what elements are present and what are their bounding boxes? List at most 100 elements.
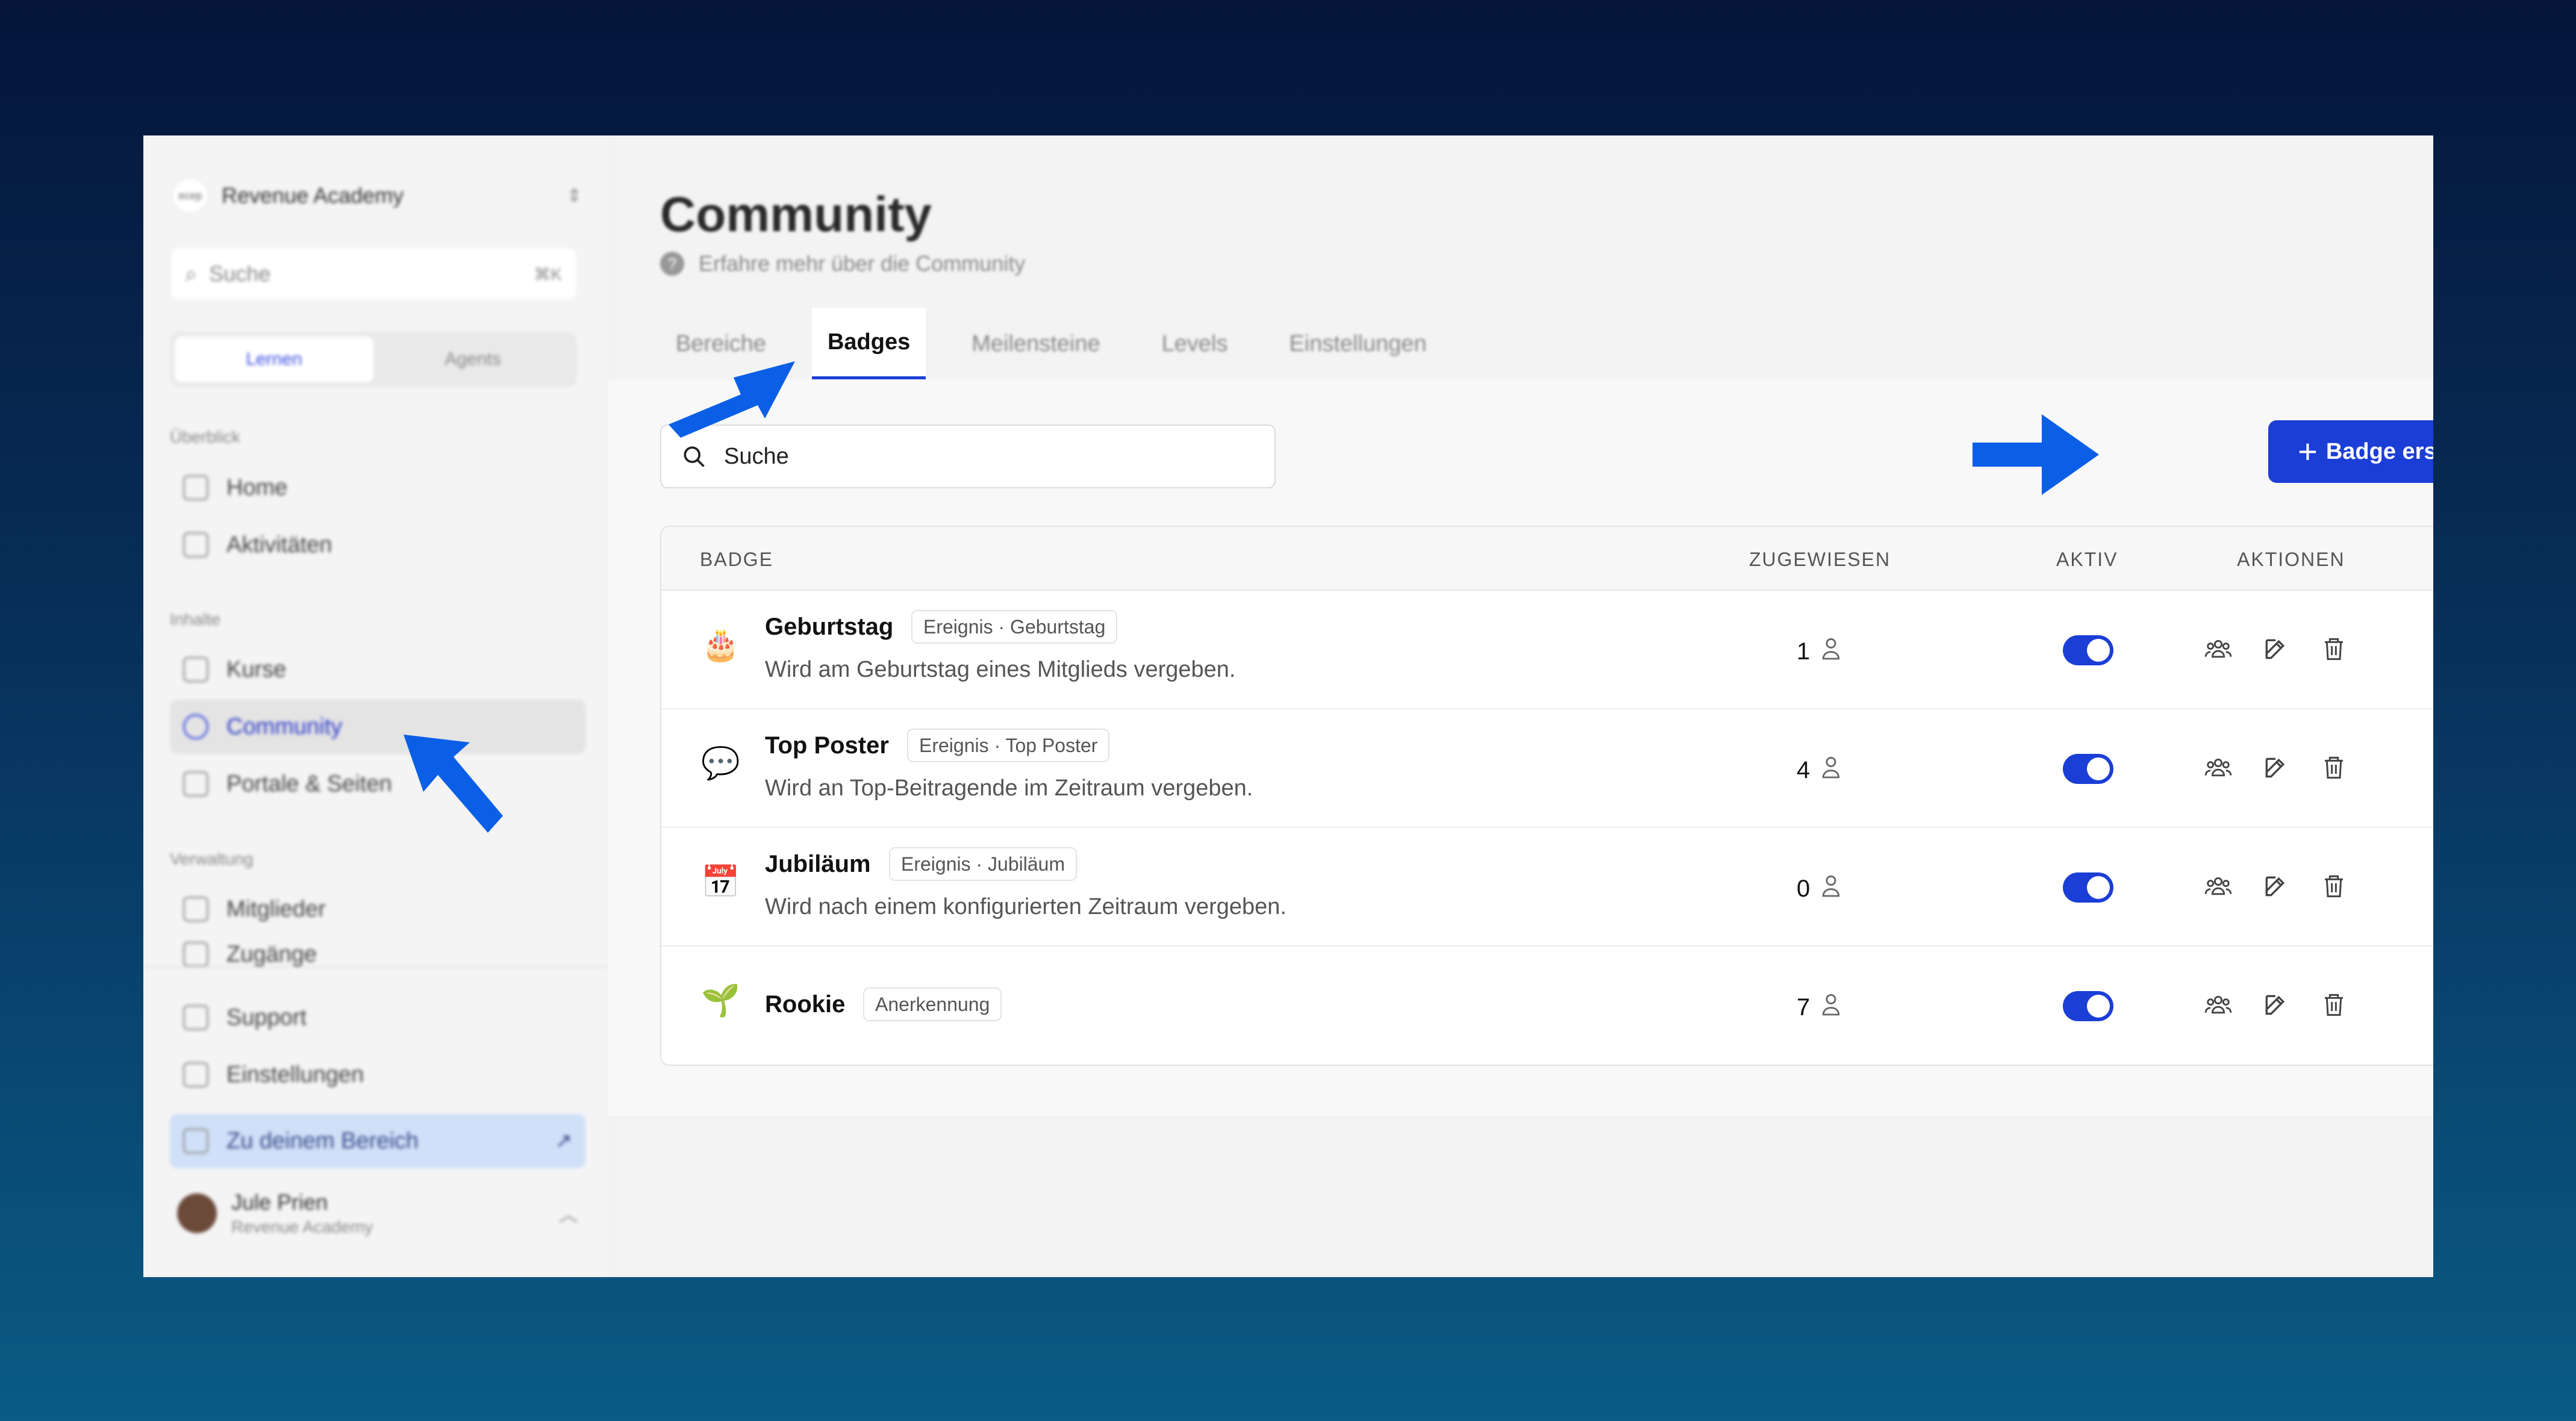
tab-einstellungen[interactable]: Einstellungen <box>1273 308 1442 380</box>
page-subtitle[interactable]: ? Erfahre mehr über die Community <box>660 251 1025 276</box>
search-icon: ⌕ <box>185 261 198 286</box>
external-link-icon: ↗ <box>555 1130 573 1152</box>
sidebar-item-support[interactable]: Support <box>170 990 585 1045</box>
avatar <box>177 1193 217 1233</box>
column-header-active: AKTIV <box>2056 549 2118 570</box>
tab-badges[interactable]: Badges <box>811 308 926 380</box>
workspace-switcher[interactable]: ecep Revenue Academy ⇕ <box>172 172 582 220</box>
sidebar-item-members[interactable]: Mitglieder <box>170 882 585 936</box>
gear-icon <box>183 1062 208 1087</box>
sidebar-item-label: Mitglieder <box>226 896 326 922</box>
user-menu[interactable]: Jule Prien Revenue Academy ︿ <box>170 1180 585 1246</box>
trash-icon <box>2322 754 2346 784</box>
section-label-admin: Verwaltung <box>170 850 254 868</box>
sidebar-item-go-to-area[interactable]: Zu deinem Bereich ↗ <box>170 1114 585 1168</box>
table-body: 🎂 Geburtstag Ereignis · Geburtstag Wird … <box>661 591 2433 1065</box>
badge-name: Top Poster <box>765 732 889 759</box>
edit-badge-button[interactable] <box>2260 872 2291 903</box>
sidebar-item-label: Einstellungen <box>226 1062 364 1087</box>
table-row: 🌱 Rookie Anerkennung 7 <box>661 947 2433 1065</box>
edit-icon <box>2262 873 2289 903</box>
main-content: Community ? Erfahre mehr über die Commun… <box>608 135 2433 1277</box>
sidebar-item-label: Portale & Seiten <box>226 771 392 797</box>
badge-description: Wird nach einem konfigurierten Zeitraum … <box>765 894 1286 919</box>
users-icon <box>2204 874 2233 901</box>
assigned-count-value: 7 <box>1797 993 1810 1021</box>
assigned-count-value: 1 <box>1797 638 1810 665</box>
edit-badge-button[interactable] <box>2260 754 2291 784</box>
users-icon <box>2204 993 2233 1020</box>
column-header-assigned: ZUGEWIESEN <box>1749 549 1891 570</box>
assign-members-button[interactable] <box>2203 754 2233 784</box>
layout-icon <box>183 771 208 797</box>
sidebar-item-label: Support <box>226 1004 307 1030</box>
sidebar-item-portals[interactable]: Portale & Seiten <box>170 757 585 811</box>
assigned-count[interactable]: 1 <box>1797 636 1841 667</box>
sidebar-search-placeholder: Suche <box>209 261 271 286</box>
sidebar-item-label: Home <box>226 474 288 500</box>
segment-agents[interactable]: Agents <box>373 337 572 382</box>
delete-badge-button[interactable] <box>2319 635 2349 665</box>
table-row: 📅 Jubiläum Ereignis · Jubiläum Wird nach… <box>661 828 2433 947</box>
active-toggle[interactable] <box>2063 754 2113 784</box>
sidebar-item-activities[interactable]: Aktivitäten <box>170 518 585 572</box>
person-icon <box>1810 874 1841 904</box>
badge-description: Wird am Geburtstag eines Mitglieds verge… <box>765 657 1236 682</box>
badge-type-tag: Ereignis · Jubiläum <box>889 847 1077 881</box>
mode-switch: Lernen Agents <box>170 332 577 387</box>
sidebar-item-community[interactable]: Community <box>170 700 585 754</box>
badge-type-tag: Ereignis · Top Poster <box>907 729 1110 762</box>
sidebar-item-label: Zu deinem Bereich <box>226 1128 419 1154</box>
home-icon <box>183 475 208 500</box>
active-toggle[interactable] <box>2063 991 2113 1021</box>
annotation-arrow-sidebar <box>404 735 503 833</box>
members-icon <box>183 897 208 922</box>
assign-members-button[interactable] <box>2203 635 2233 665</box>
active-toggle[interactable] <box>2063 635 2113 665</box>
delete-badge-button[interactable] <box>2319 872 2349 903</box>
edit-badge-button[interactable] <box>2260 635 2291 665</box>
trash-icon <box>2322 992 2346 1021</box>
workspace-name: Revenue Academy <box>222 183 404 208</box>
table-header: BADGE ZUGEWIESEN AKTIV AKTIONEN <box>661 527 2433 591</box>
table-row: 💬 Top Poster Ereignis · Top Poster Wird … <box>661 709 2433 828</box>
trash-icon <box>2322 873 2346 903</box>
trash-icon <box>2322 636 2346 665</box>
sidebar-item-settings[interactable]: Einstellungen <box>170 1048 585 1102</box>
section-label-overview: Überblick <box>170 428 240 446</box>
person-icon <box>1810 636 1841 667</box>
badge-description: Wird an Top-Beitragende im Zeitraum verg… <box>765 776 1253 801</box>
sidebar-item-label: Kurse <box>226 656 287 682</box>
graduation-cap-icon <box>183 657 208 682</box>
help-icon: ? <box>660 252 684 276</box>
tab-levels[interactable]: Levels <box>1146 308 1244 380</box>
sidebar-item-access[interactable]: Zugänge <box>170 939 585 966</box>
sidebar-search-input[interactable]: ⌕ Suche ⌘K <box>170 247 577 301</box>
assign-members-button[interactable] <box>2203 991 2233 1021</box>
page-title: Community <box>660 187 932 242</box>
assigned-count-value: 4 <box>1797 756 1810 783</box>
assigned-count[interactable]: 7 <box>1797 992 1841 1022</box>
create-badge-label: Badge erstellen <box>2325 438 2433 464</box>
edit-icon <box>2262 636 2289 665</box>
badge-emoji-icon: 📅 <box>701 865 740 900</box>
sidebar: ecep Revenue Academy ⇕ ⌕ Suche ⌘K Lernen… <box>143 135 608 1277</box>
sidebar-item-home[interactable]: Home <box>170 461 585 515</box>
chat-icon <box>183 1005 208 1030</box>
assigned-count[interactable]: 0 <box>1797 874 1841 904</box>
create-badge-button[interactable]: + Badge erstellen <box>2268 420 2433 483</box>
delete-badge-button[interactable] <box>2319 991 2349 1021</box>
tab-meilensteine[interactable]: Meilensteine <box>956 308 1115 380</box>
users-icon <box>2204 637 2233 664</box>
sidebar-item-label: Aktivitäten <box>226 532 332 558</box>
active-toggle[interactable] <box>2063 872 2113 903</box>
column-header-actions: AKTIONEN <box>2237 549 2345 570</box>
assign-members-button[interactable] <box>2203 872 2233 903</box>
annotation-arrow-tab <box>669 361 795 438</box>
delete-badge-button[interactable] <box>2319 754 2349 784</box>
edit-badge-button[interactable] <box>2260 991 2291 1021</box>
sidebar-item-courses[interactable]: Kurse <box>170 642 585 697</box>
badge-name: Rookie <box>765 991 846 1018</box>
segment-lernen[interactable]: Lernen <box>175 337 373 382</box>
assigned-count[interactable]: 4 <box>1797 755 1841 785</box>
